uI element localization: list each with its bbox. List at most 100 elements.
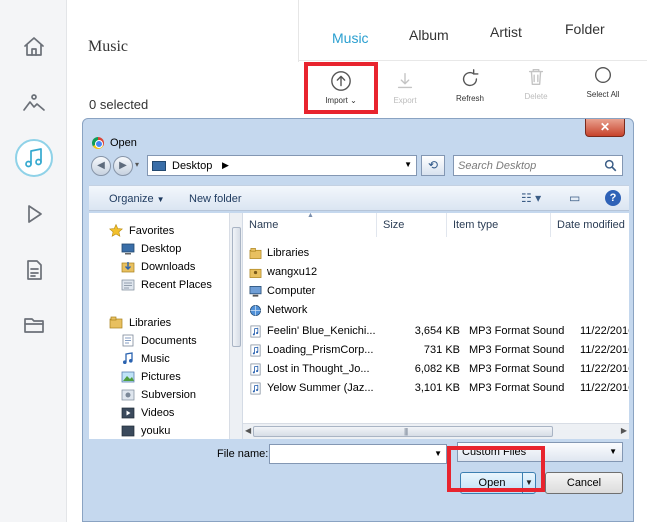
photo-icon[interactable] — [15, 84, 53, 122]
nav-item-label: Desktop — [141, 243, 182, 255]
file-name-dropdown-icon[interactable]: ▼ — [434, 449, 442, 458]
dialog-titlebar[interactable]: Open ✕ — [83, 119, 633, 149]
download-icon — [397, 72, 413, 89]
app-sidebar — [0, 0, 67, 522]
file-type: MP3 Format Sound — [469, 344, 565, 356]
dialog-title: Open — [110, 137, 137, 149]
play-icon[interactable] — [15, 195, 53, 233]
file-size: 6,082 KB — [414, 363, 460, 375]
nav-item-label: Pictures — [141, 371, 181, 383]
file-list: ▲ Name Size Item type Date modified Libra… — [243, 213, 629, 439]
music-note-icon — [123, 352, 133, 364]
back-button[interactable]: ◀ — [91, 156, 111, 176]
address-text: Desktop — [172, 160, 213, 172]
folder-icon[interactable] — [15, 306, 53, 344]
file-name-label: File name: — [217, 448, 269, 460]
file-row-libraries[interactable]: Libraries — [243, 245, 629, 263]
horizontal-scroll-thumb[interactable]: ||| — [253, 426, 553, 437]
refresh-icon: ⟲ — [427, 158, 439, 172]
file-name: wangxu12 — [267, 266, 318, 278]
close-icon: ✕ — [599, 120, 611, 134]
file-date: 11/22/2016 2:10 — [580, 363, 629, 375]
scroll-right-icon[interactable]: ▶ — [621, 426, 627, 435]
search-icon[interactable] — [604, 159, 617, 172]
star-icon — [109, 224, 123, 237]
downloads-icon — [121, 262, 135, 273]
file-date: 11/22/2016 2:10 — [580, 344, 629, 356]
column-header-name[interactable]: ▲ Name — [243, 213, 377, 237]
file-row-computer[interactable]: Computer — [243, 283, 629, 301]
address-dropdown-icon[interactable]: ▼ — [404, 160, 412, 169]
tab-album[interactable]: Album — [409, 27, 449, 43]
nav-scrollbar[interactable] — [229, 213, 242, 439]
address-refresh-button[interactable]: ⟲ — [421, 155, 445, 176]
help-icon[interactable]: ? — [605, 190, 621, 206]
column-header-date-modified[interactable]: Date modified — [551, 213, 629, 237]
nav-item-label: Documents — [141, 335, 197, 347]
library-icon — [109, 316, 123, 329]
nav-item-label: Downloads — [141, 261, 196, 273]
view-options-icon[interactable]: ☷ ▾ — [521, 191, 541, 205]
home-icon[interactable] — [15, 28, 53, 66]
address-bar[interactable]: Desktop ▶ ▼ — [147, 155, 417, 176]
file-name: Feelin' Blue_Kenichi... — [267, 325, 376, 337]
nav-item-label: Libraries — [129, 317, 172, 329]
horizontal-scrollbar[interactable]: ◀ ||| ▶ — [243, 423, 629, 439]
selected-count: 0 selected — [89, 97, 149, 112]
nav-item-label: Music — [141, 353, 170, 365]
refresh-button[interactable]: Refresh — [440, 68, 500, 103]
nav-item-label: youku — [141, 425, 171, 437]
arrow-right-icon: ▶ — [119, 160, 127, 171]
search-input[interactable] — [458, 157, 604, 175]
nav-item-label: Recent Places — [141, 279, 212, 291]
forward-button[interactable]: ▶ — [113, 156, 133, 176]
file-date: 11/22/2016 2:10 — [580, 382, 629, 394]
file-name-combo: ▼ — [269, 444, 447, 464]
preview-pane-icon[interactable]: ▭ — [569, 191, 580, 205]
file-row-network[interactable]: Network — [243, 302, 629, 320]
file-type: MP3 Format Sound — [469, 325, 565, 337]
tab-divider — [299, 60, 647, 61]
desktop-icon — [152, 161, 166, 171]
tab-folder[interactable]: Folder — [565, 21, 605, 37]
file-row-wangxu12[interactable]: wangxu12 — [243, 264, 629, 282]
new-folder-button[interactable]: New folder — [189, 193, 242, 205]
picture-icon — [121, 371, 135, 383]
recent-locations-icon[interactable]: ▾ — [135, 160, 139, 169]
cancel-button[interactable]: Cancel — [545, 472, 623, 494]
file-row-audio[interactable]: Lost in Thought_Jo... 6,082 KB MP3 Forma… — [243, 361, 629, 379]
tab-music[interactable]: Music — [332, 30, 369, 46]
scroll-left-icon[interactable]: ◀ — [245, 426, 251, 435]
close-button[interactable]: ✕ — [585, 119, 625, 137]
column-header-size[interactable]: Size — [377, 213, 447, 237]
refresh-icon — [462, 69, 479, 87]
file-row-audio[interactable]: Feelin' Blue_Kenichi... 3,654 KB MP3 For… — [243, 323, 629, 341]
organize-button[interactable]: Organize ▼ — [109, 193, 165, 205]
navigation-pane: Favorites Desktop Downloads Recent Place… — [89, 213, 243, 439]
file-row-audio[interactable]: Yelow Summer (Jaz... 3,101 KB MP3 Format… — [243, 380, 629, 398]
header-divider — [298, 0, 299, 62]
dialog-footer: File name: ▼ Custom Files ▼ Open ▼ Cance… — [83, 441, 633, 522]
breadcrumb-chevron-icon[interactable]: ▶ — [222, 160, 229, 171]
file-name-input[interactable] — [273, 446, 435, 463]
document-icon[interactable] — [15, 251, 53, 289]
music-note-icon[interactable] — [15, 139, 53, 177]
export-button[interactable]: Export — [375, 70, 435, 105]
trash-icon — [528, 68, 544, 86]
select-all-label: Select All — [586, 90, 620, 99]
file-type: MP3 Format Sound — [469, 382, 565, 394]
nav-item-label: Subversion — [141, 389, 197, 401]
file-date: 11/22/2016 2:10 — [580, 325, 629, 337]
file-name: Libraries — [267, 247, 310, 259]
nav-scroll-thumb[interactable] — [232, 227, 241, 347]
navigation-row: ◀ ▶ ▾ Desktop ▶ ▼ ⟲ — [91, 153, 627, 179]
file-row-audio[interactable]: Loading_PrismCorp... 731 KB MP3 Format S… — [243, 342, 629, 360]
column-header-item-type[interactable]: Item type — [447, 213, 551, 237]
open-highlight-box — [447, 446, 545, 492]
delete-button[interactable]: Delete — [506, 66, 566, 101]
computer-icon — [249, 286, 262, 297]
tab-artist[interactable]: Artist — [490, 24, 522, 40]
sort-ascending-icon: ▲ — [307, 213, 314, 219]
video-icon — [121, 407, 135, 419]
select-all-button[interactable]: Select All — [573, 64, 633, 99]
